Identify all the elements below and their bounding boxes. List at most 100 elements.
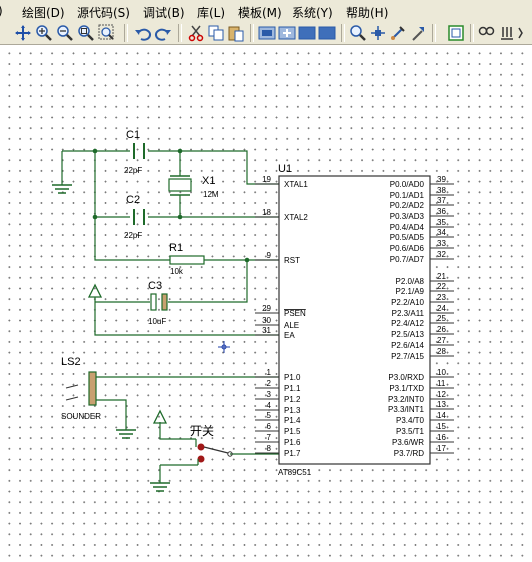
u1-pin-number: 36 (437, 207, 446, 216)
u1-pin-number: 3 (267, 390, 272, 399)
decompose-icon[interactable] (409, 24, 427, 42)
u1-pin-number: 22 (437, 282, 446, 291)
u1-pin-number: 16 (437, 433, 446, 442)
zoom-in-icon[interactable] (35, 24, 53, 42)
pick-device-icon[interactable] (349, 24, 367, 42)
toolbar (0, 22, 532, 45)
u1-pin-number: 37 (437, 196, 446, 205)
power-terminal-icon (152, 409, 168, 424)
u1-pin-number: 12 (437, 390, 446, 399)
wire-autorouter-icon[interactable] (447, 24, 465, 42)
property-assignment-icon[interactable] (498, 24, 516, 42)
u1-pin-name: XTAL1 (284, 180, 308, 189)
capacitor-c1[interactable]: C1 22pF (124, 129, 145, 175)
u1-pin-name: XTAL2 (284, 213, 308, 222)
u1-pin-name: P2.0/A8 (396, 277, 425, 286)
search-icon[interactable] (478, 24, 496, 42)
u1-pin-name: P1.2 (284, 395, 301, 404)
u1-pin-name: P3.0/RXD (388, 373, 424, 382)
c3-value: 10uF (148, 317, 166, 326)
menu-item-partial[interactable]: ) (0, 4, 6, 18)
u1-pin-name: P3.3/INT1 (388, 405, 425, 414)
u1-pin-number: 9 (267, 251, 272, 260)
undo-icon[interactable] (134, 24, 152, 42)
schematic-drawing: C1 22pF C2 22pF X1 12M R1 10k C3 10uF LS… (52, 129, 454, 492)
zoom-all-icon[interactable] (77, 24, 95, 42)
u1-pin-name: P2.6/A14 (391, 341, 424, 350)
menu-item-help[interactable]: 帮助(H) (346, 4, 388, 21)
ls2-value: SOUNDER (61, 412, 101, 421)
r1-value: 10k (170, 267, 184, 276)
switch-component[interactable]: 开关 (190, 424, 233, 465)
u1-part: AT89C51 (278, 468, 312, 477)
zoom-out-icon[interactable] (56, 24, 74, 42)
menu-item-template[interactable]: 模板(M) (238, 4, 282, 21)
capacitor-c3[interactable]: C3 10uF (148, 280, 168, 326)
make-device-icon[interactable] (369, 24, 387, 42)
u1-pin-name: P3.2/INT0 (388, 395, 425, 404)
u1-pin-number: 5 (267, 411, 272, 420)
block-move-icon[interactable] (278, 24, 296, 42)
u1-pin-number: 10 (437, 368, 446, 377)
u1-pin-name: P1.4 (284, 416, 301, 425)
block-rotate-icon[interactable] (298, 24, 316, 42)
x1-ref: X1 (202, 175, 215, 187)
c2-ref: C2 (126, 194, 140, 206)
u1-pin-name: P3.4/T0 (396, 416, 425, 425)
menu-item-library[interactable]: 库(L) (197, 4, 225, 21)
u1-pin-number: 4 (267, 401, 272, 410)
switch-label: 开关 (190, 424, 214, 438)
u1-pin-name: P2.1/A9 (396, 287, 425, 296)
u1-pin-number: 33 (437, 239, 446, 248)
redo-icon[interactable] (154, 24, 172, 42)
u1-pin-number: 6 (267, 422, 272, 431)
c3-ref: C3 (148, 280, 162, 292)
toolbar-more-icon[interactable] (516, 24, 532, 42)
copy-icon[interactable] (207, 24, 225, 42)
u1-pin-name: P2.7/A15 (391, 352, 424, 361)
u1-pin-number: 38 (437, 186, 446, 195)
u1-pin-number: 14 (437, 411, 446, 420)
menu-item-debug[interactable]: 调试(B) (143, 4, 185, 21)
sounder-ls2[interactable]: LS2 SOUNDER (61, 356, 101, 421)
u1-pin-name: P0.1/AD1 (390, 191, 425, 200)
menu-item-draw[interactable]: 绘图(D) (22, 4, 65, 21)
packaging-tool-icon[interactable] (389, 24, 407, 42)
menu-item-system[interactable]: 系统(Y) (292, 4, 333, 21)
u1-pin-number: 39 (437, 175, 446, 184)
microcontroller-u1[interactable]: U1 AT89C51 19XTAL118XTAL29RST29PSEN30ALE… (255, 163, 454, 477)
block-copy-icon[interactable] (258, 24, 276, 42)
u1-pin-name: P1.0 (284, 373, 301, 382)
u1-pin-number: 31 (262, 326, 271, 335)
menu-item-source[interactable]: 源代码(S) (77, 4, 130, 21)
ground-icon (52, 184, 72, 194)
u1-pin-name: P0.7/AD7 (390, 255, 425, 264)
u1-pin-number: 1 (267, 368, 272, 377)
block-delete-icon[interactable] (318, 24, 336, 42)
u1-pin-name: P1.1 (284, 384, 301, 393)
u1-pin-number: 18 (262, 208, 271, 217)
paste-icon[interactable] (227, 24, 245, 42)
u1-pin-name: P0.4/AD4 (390, 223, 425, 232)
schematic-canvas[interactable]: C1 22pF C2 22pF X1 12M R1 10k C3 10uF LS… (0, 45, 532, 562)
u1-pin-name: P0.6/AD6 (390, 244, 425, 253)
crosshair-icon[interactable] (14, 24, 32, 42)
u1-pin-name: PSEN (284, 309, 306, 318)
u1-pin-name: P3.5/T1 (396, 427, 425, 436)
u1-pin-name: P0.2/AD2 (390, 201, 425, 210)
u1-pin-name: P2.5/A13 (391, 330, 424, 339)
u1-pin-number: 32 (437, 250, 446, 259)
resistor-r1[interactable]: R1 10k (169, 242, 205, 276)
crystal-x1[interactable]: X1 12M (168, 175, 219, 199)
u1-pin-number: 29 (262, 304, 271, 313)
ls2-ref: LS2 (61, 356, 81, 368)
u1-pin-number: 11 (437, 379, 446, 388)
cut-icon[interactable] (187, 24, 205, 42)
zoom-area-icon[interactable] (98, 24, 116, 42)
u1-pin-number: 2 (267, 379, 272, 388)
u1-pin-name: P0.0/AD0 (390, 180, 425, 189)
u1-pin-number: 7 (267, 433, 272, 442)
u1-pin-name: P3.6/WR (392, 438, 424, 447)
wires (61, 150, 279, 483)
u1-pin-name: ALE (284, 321, 299, 330)
